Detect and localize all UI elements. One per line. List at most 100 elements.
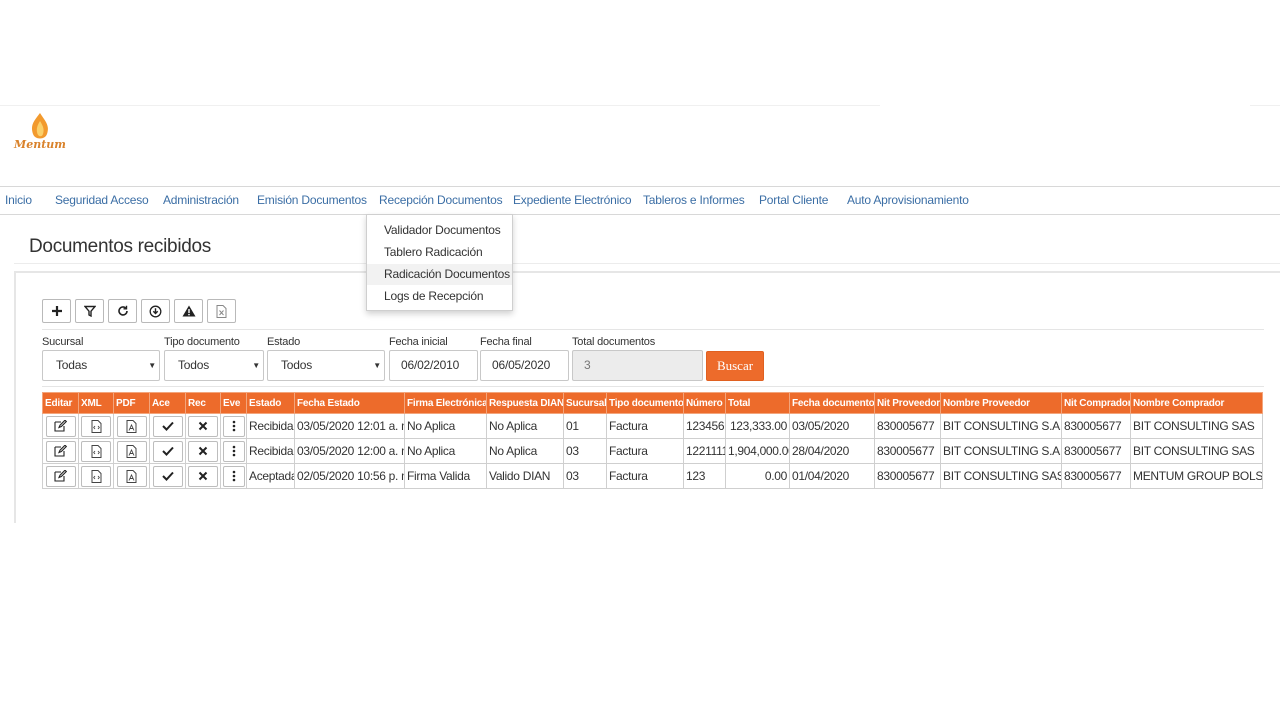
- column-header[interactable]: Nit Proveedor: [874, 392, 941, 414]
- table-row: Aceptada 02/05/2020 10:56 p. m. Firma Va…: [42, 463, 1263, 489]
- chevron-down-icon: ▼: [373, 361, 381, 370]
- chevron-down-icon: ▼: [148, 361, 156, 370]
- total-documentos-field: 3: [572, 350, 703, 381]
- edit-button[interactable]: [45, 415, 76, 437]
- accept-button[interactable]: [152, 440, 183, 462]
- nav-item-tableros-informes[interactable]: Tableros e Informes: [643, 193, 745, 207]
- close-icon: [198, 471, 208, 481]
- filter-button[interactable]: [75, 299, 104, 323]
- nav-item-inicio[interactable]: Inicio: [5, 193, 32, 207]
- column-header[interactable]: Estado: [246, 392, 295, 414]
- xml-button[interactable]: [81, 415, 111, 437]
- search-button[interactable]: Buscar: [706, 351, 764, 381]
- events-button[interactable]: [222, 415, 245, 437]
- cell-nombre-proveedor: BIT CONSULTING S.A.S: [940, 413, 1062, 439]
- brand-logo[interactable]: Mentum: [14, 112, 66, 160]
- pdf-file-icon: [126, 469, 137, 483]
- column-header[interactable]: Tipo documento: [606, 392, 684, 414]
- cell-sucursal: 01: [563, 413, 607, 439]
- column-header: Editar: [42, 392, 79, 414]
- column-header[interactable]: Fecha documento: [789, 392, 875, 414]
- column-header[interactable]: Número: [683, 392, 726, 414]
- accept-button[interactable]: [152, 465, 183, 487]
- refresh-button[interactable]: [108, 299, 137, 323]
- column-header[interactable]: Total: [725, 392, 790, 414]
- menu-item-tablero-radicacion[interactable]: Tablero Radicación: [367, 242, 512, 263]
- column-header[interactable]: Respuesta DIAN: [486, 392, 564, 414]
- column-header[interactable]: Fecha Estado: [294, 392, 405, 414]
- column-header[interactable]: Firma Electrónica: [404, 392, 487, 414]
- cell-nit-proveedor: 830005677: [874, 438, 941, 464]
- nav-item-expediente-electronico[interactable]: Expediente Electrónico: [513, 193, 632, 207]
- xml-button[interactable]: [81, 465, 111, 487]
- cell-nombre-comprador: BIT CONSULTING SAS: [1130, 438, 1263, 464]
- cell-nombre-comprador: MENTUM GROUP BOLSA: [1130, 463, 1263, 489]
- cell-fecha-documento: 01/04/2020: [789, 463, 875, 489]
- column-header: Rec: [185, 392, 221, 414]
- nav-item-recepcion-documentos[interactable]: Recepción Documentos: [379, 193, 503, 207]
- cell-numero: 123456: [683, 413, 726, 439]
- header-divider-right: [1250, 105, 1280, 106]
- cell-sucursal: 03: [563, 438, 607, 464]
- xml-file-icon: [91, 444, 101, 458]
- pdf-button[interactable]: [116, 415, 147, 437]
- cell-numero: 1221111: [683, 438, 726, 464]
- cell-firma: No Aplica: [404, 438, 487, 464]
- events-button[interactable]: [222, 440, 245, 462]
- nav-item-emision-documentos[interactable]: Emisión Documentos: [257, 193, 367, 207]
- edit-icon: [54, 420, 67, 432]
- add-button[interactable]: [42, 299, 71, 323]
- menu-item-validador-documentos[interactable]: Validador Documentos: [367, 220, 512, 241]
- total-documentos-label: Total documentos: [572, 336, 656, 348]
- accept-button[interactable]: [152, 415, 183, 437]
- table-header-row: Editar XML PDF Ace Rec Eve Estado Fecha …: [42, 392, 1263, 414]
- cell-respuesta-dian: No Aplica: [486, 413, 564, 439]
- column-header[interactable]: Nombre Comprador: [1130, 392, 1263, 414]
- edit-button[interactable]: [45, 440, 76, 462]
- close-icon: [198, 446, 208, 456]
- sucursal-select[interactable]: Todas ▼: [42, 350, 160, 381]
- column-header[interactable]: Nombre Proveedor: [940, 392, 1062, 414]
- filters-divider: [42, 386, 1264, 387]
- brand-logo-text: Mentum: [14, 138, 66, 151]
- xml-button[interactable]: [81, 440, 111, 462]
- reject-button[interactable]: [188, 415, 218, 437]
- close-icon: [198, 421, 208, 431]
- cell-sucursal: 03: [563, 463, 607, 489]
- cell-total: 1,904,000.00: [725, 438, 790, 464]
- cell-numero: 123: [683, 463, 726, 489]
- nav-item-auto-aprovisionamiento[interactable]: Auto Aprovisionamiento: [847, 193, 969, 207]
- cell-estado: Aceptada: [246, 463, 295, 489]
- cell-tipo-documento: Factura: [606, 413, 684, 439]
- reject-button[interactable]: [188, 465, 218, 487]
- edit-icon: [54, 445, 67, 457]
- more-vertical-icon: [232, 470, 235, 482]
- menu-item-logs-recepcion[interactable]: Logs de Recepción: [367, 286, 512, 307]
- xml-file-icon: [91, 419, 101, 433]
- menu-item-radicacion-documentos[interactable]: Radicación Documentos: [367, 264, 512, 285]
- nav-item-portal-cliente[interactable]: Portal Cliente: [759, 193, 828, 207]
- warning-button[interactable]: [174, 299, 203, 323]
- export-excel-button[interactable]: [207, 299, 236, 323]
- nav-item-seguridad-acceso[interactable]: Seguridad Acceso: [55, 193, 149, 207]
- edit-button[interactable]: [45, 465, 76, 487]
- documents-table: Editar XML PDF Ace Rec Eve Estado Fecha …: [42, 392, 1263, 489]
- pdf-button[interactable]: [116, 465, 147, 487]
- estado-select[interactable]: Todos ▼: [267, 350, 385, 381]
- fecha-inicial-input[interactable]: 06/02/2010: [389, 350, 478, 381]
- column-header[interactable]: Nit Comprador: [1061, 392, 1131, 414]
- fecha-final-label: Fecha final: [480, 336, 532, 348]
- cell-nit-comprador: 830005677: [1061, 438, 1131, 464]
- table-row: Recibida 03/05/2020 12:00 a. m. No Aplic…: [42, 438, 1263, 464]
- pdf-button[interactable]: [116, 440, 147, 462]
- fecha-inicial-label: Fecha inicial: [389, 336, 448, 348]
- nav-item-administracion[interactable]: Administración: [163, 193, 239, 207]
- download-button[interactable]: [141, 299, 170, 323]
- warning-icon: [182, 305, 195, 317]
- column-header[interactable]: Sucursal: [563, 392, 607, 414]
- reject-button[interactable]: [188, 440, 218, 462]
- fecha-final-input[interactable]: 06/05/2020: [480, 350, 569, 381]
- tipo-documento-select[interactable]: Todos ▼: [164, 350, 264, 381]
- events-button[interactable]: [222, 465, 245, 487]
- filter-icon: [83, 305, 96, 317]
